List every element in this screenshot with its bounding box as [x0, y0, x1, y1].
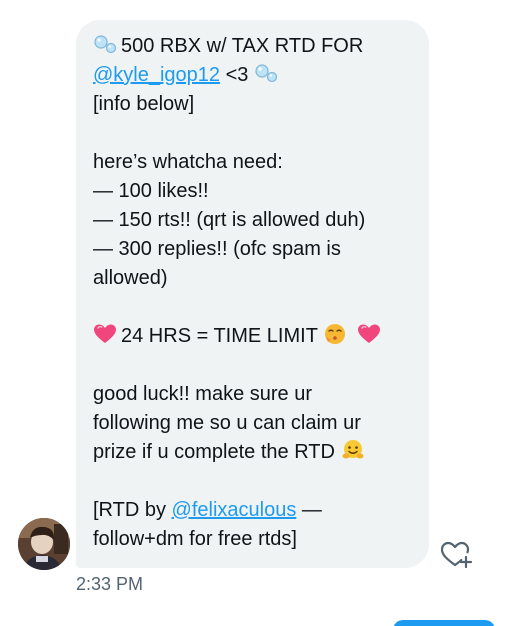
mention-link-kyle[interactable]: @kyle_igop12 — [93, 64, 220, 86]
hugging-face-emoji-icon — [341, 439, 365, 461]
good-luck-text: prize if u complete the RTD — [93, 441, 335, 463]
good-luck-line-1: good luck!! make sure ur — [93, 383, 312, 405]
requirement-replies-cont: allowed) — [93, 267, 168, 289]
message-timestamp: 2:33 PM — [76, 574, 144, 594]
heart-plus-icon[interactable] — [438, 538, 474, 570]
dm-conversation: 500 RBX w/ TAX RTD FOR @kyle_igop12 <3 [… — [0, 0, 513, 626]
message-heart-text: <3 — [225, 64, 249, 86]
avatar[interactable] — [18, 518, 70, 570]
need-heading: here’s whatcha need: — [93, 151, 283, 173]
new-message-button[interactable] — [393, 620, 495, 626]
message-title: 500 RBX w/ TAX RTD FOR — [121, 35, 364, 57]
credit-line-1: [RTD by @felixaculous — — [93, 496, 415, 525]
time-limit-line: 24 HRS = TIME LIMIT — [93, 322, 415, 351]
credit-prefix: [RTD by — [93, 499, 166, 521]
requirement-replies: — 300 replies!! (ofc spam is — [93, 238, 341, 260]
message-line-1: 500 RBX w/ TAX RTD FOR — [93, 32, 415, 61]
message-line-3: [info below] — [93, 93, 195, 115]
blowing-kiss-emoji-icon — [323, 323, 347, 345]
credit-line-2: follow+dm for free rtds] — [93, 528, 297, 550]
credit-dash: — — [301, 499, 322, 521]
good-luck-line-2: following me so u can claim ur — [93, 412, 361, 434]
message-line-2: @kyle_igop12 <3 — [93, 61, 415, 90]
bubbles-emoji-icon — [93, 33, 117, 55]
time-limit-text: 24 HRS = TIME LIMIT — [121, 325, 318, 347]
pink-heart-emoji-icon — [357, 323, 381, 345]
requirement-likes: — 100 likes!! — [93, 180, 209, 202]
message-bubble[interactable]: 500 RBX w/ TAX RTD FOR @kyle_igop12 <3 [… — [76, 20, 429, 568]
good-luck-line-3: prize if u complete the RTD — [93, 438, 415, 467]
bubbles-emoji-icon — [254, 62, 278, 84]
requirement-retweets: — 150 rts!! (qrt is allowed duh) — [93, 209, 366, 231]
pink-heart-emoji-icon — [93, 323, 117, 345]
mention-link-felixaculous[interactable]: @felixaculous — [172, 499, 297, 521]
